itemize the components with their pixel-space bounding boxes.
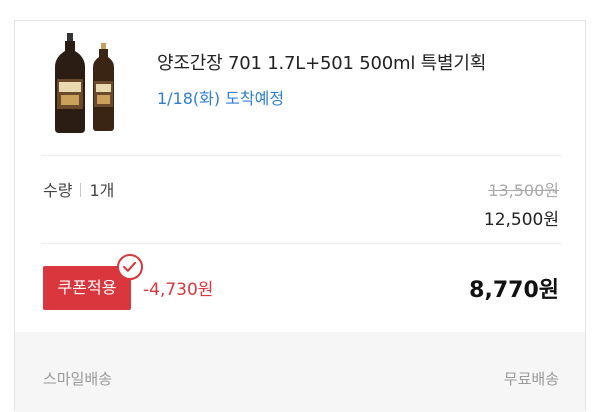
- product-section: 양조간장 701 1.7L+501 500ml 특별기획 1/18(화) 도착예…: [15, 21, 585, 155]
- delivery-date: 1/18(화) 도착예정: [157, 89, 285, 108]
- original-price: 13,500원: [488, 181, 559, 200]
- product-thumbnail[interactable]: [41, 33, 143, 133]
- quantity-value: 1개: [89, 181, 115, 200]
- check-icon: [117, 254, 143, 280]
- quantity-label: 수량: [43, 181, 73, 200]
- quantity-separator: [80, 183, 82, 197]
- product-name[interactable]: 양조간장 701 1.7L+501 500ml 특별기획: [157, 49, 486, 75]
- coupon-discount: -4,730원: [143, 280, 214, 300]
- total-price: 8,770원: [469, 278, 559, 303]
- sale-price: 12,500원: [483, 210, 559, 230]
- divider: [41, 155, 561, 156]
- shipping-footer: 스마일배송 무료배송: [15, 332, 585, 412]
- quantity-row: 수량 1개: [43, 177, 114, 201]
- shipping-fee: 무료배송: [503, 370, 559, 388]
- shipping-type: 스마일배송: [43, 370, 113, 388]
- divider: [41, 243, 561, 244]
- order-item-card: 양조간장 701 1.7L+501 500ml 특별기획 1/18(화) 도착예…: [14, 20, 586, 412]
